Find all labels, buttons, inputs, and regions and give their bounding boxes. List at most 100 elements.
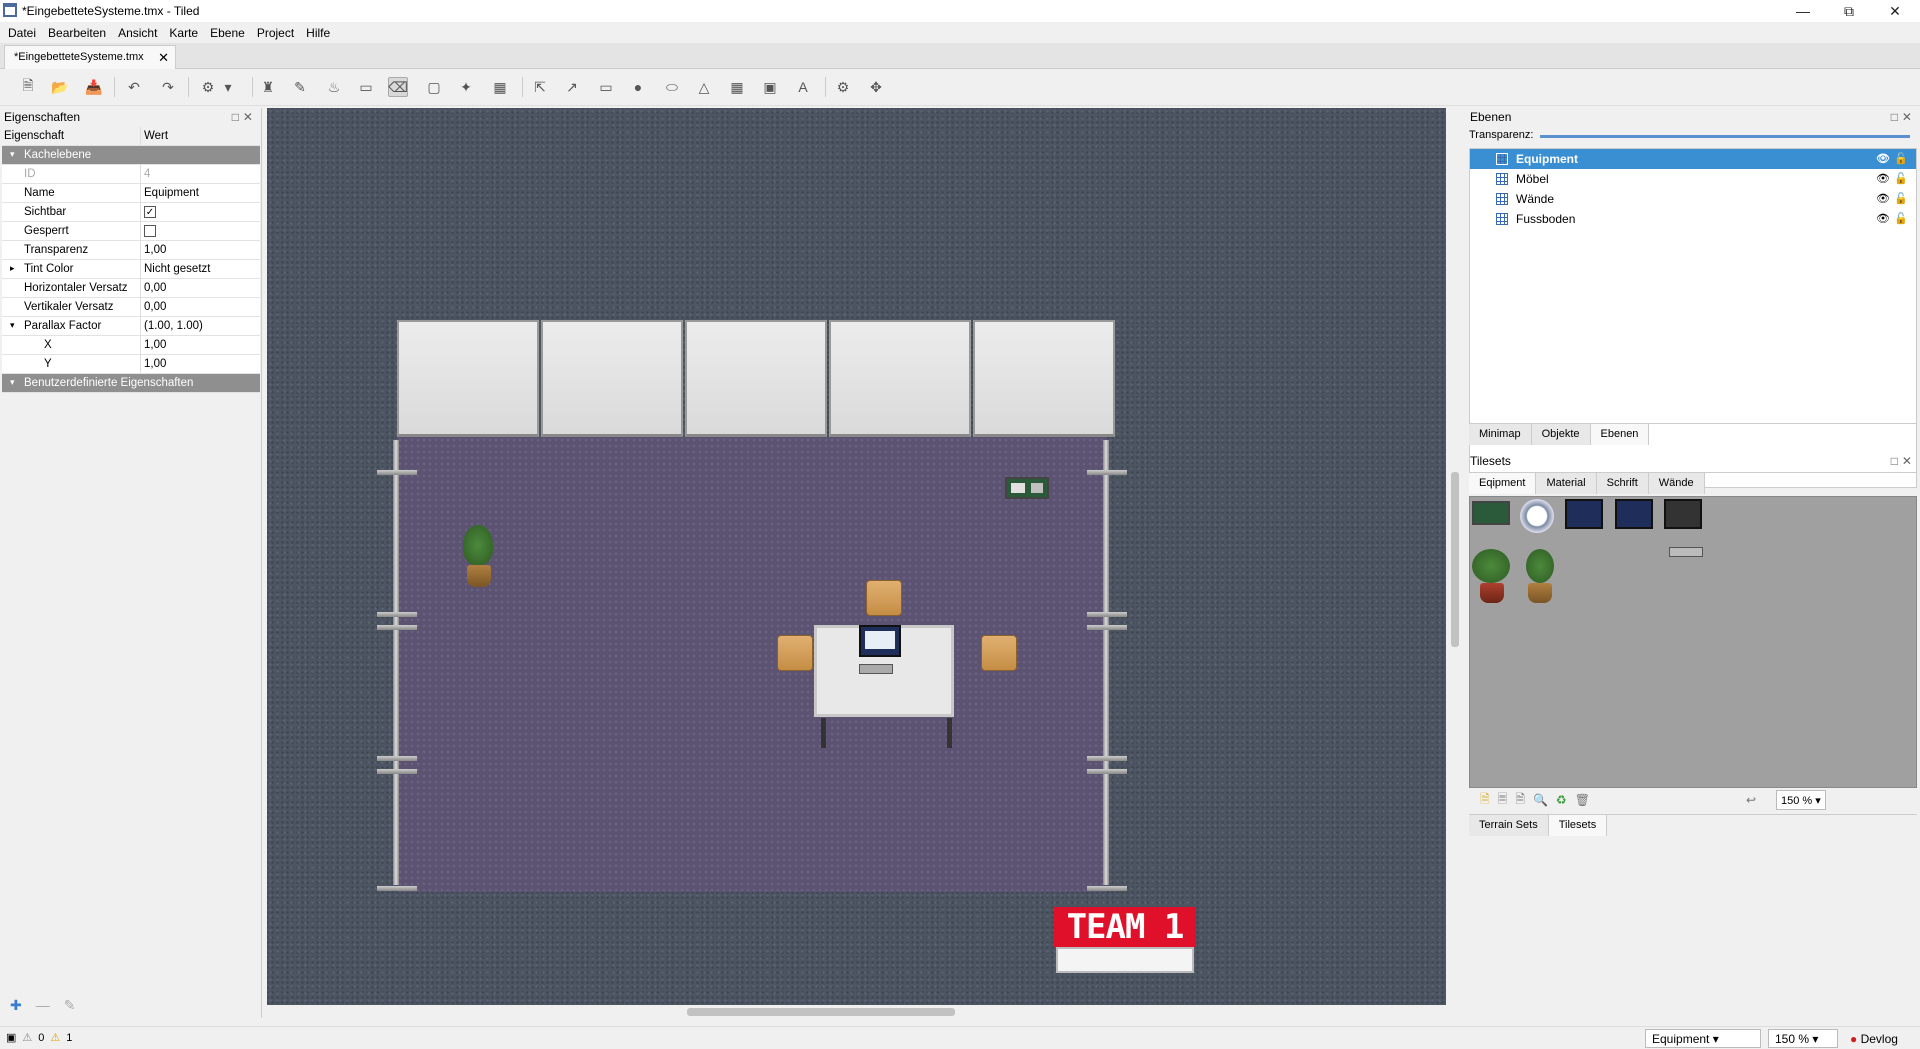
embed-tileset-icon[interactable]: 🗏 [1498,790,1508,811]
tile-monitor-off[interactable] [1664,499,1702,529]
layer-item-moebel[interactable]: Möbel 👁 🔓 [1470,169,1916,189]
terrain-brush-icon[interactable]: ✎ [290,77,310,97]
tab-eqipment[interactable]: Eqipment [1469,473,1537,494]
visibility-eye-icon[interactable]: 👁 [1876,152,1890,165]
tile-monitor-image[interactable] [1615,499,1653,529]
edit-polygons-icon[interactable]: ↗ [562,77,582,97]
tile-picture[interactable] [1472,501,1510,525]
bucket-fill-icon[interactable]: ♨ [324,77,344,97]
property-value[interactable]: 1,00 [141,355,260,373]
tile-clock[interactable] [1520,499,1554,533]
locked-checkbox[interactable] [144,225,156,237]
lock-icon[interactable]: 🔓 [1894,172,1908,185]
menu-project[interactable]: Project [253,26,298,40]
tile-pot-brown[interactable] [1528,583,1552,603]
menu-hilfe[interactable]: Hilfe [302,26,334,40]
scroll-thumb[interactable] [687,1008,955,1016]
select-same-tile-icon[interactable]: ▦ [490,77,510,97]
table-row[interactable]: Y 1,00 [2,355,260,374]
collapse-icon[interactable]: ▾ [10,320,15,331]
menu-bearbeiten[interactable]: Bearbeiten [44,26,110,40]
tab-terrain-sets[interactable]: Terrain Sets [1469,815,1549,836]
console-icon[interactable]: ▣ [6,1031,16,1044]
wrap-icon[interactable]: ↩ [1746,793,1756,807]
tileset-view[interactable] [1469,496,1917,788]
world-tool-icon[interactable]: ⚙ [833,77,853,97]
move-icon[interactable]: ✥ [866,77,886,97]
table-row[interactable]: ID 4 [2,165,260,184]
property-value[interactable]: 0,00 [141,298,260,316]
tab-objekte[interactable]: Objekte [1531,424,1591,445]
tab-material[interactable]: Material [1536,473,1597,494]
table-row[interactable]: X 1,00 [2,336,260,355]
property-value[interactable]: 1,00 [141,336,260,354]
scroll-thumb[interactable] [1451,472,1459,647]
tab-schrift[interactable]: Schrift [1596,473,1649,494]
property-value[interactable]: 1,00 [141,241,260,259]
menu-karte[interactable]: Karte [165,26,202,40]
warning-icon[interactable]: ⚠ [50,1031,60,1044]
document-tab[interactable]: *EingebetteteSysteme.tmx ✕ [4,45,176,69]
map-canvas[interactable]: TEAM 1 [267,108,1446,1006]
lock-icon[interactable]: 🔓 [1894,212,1908,225]
insert-tile-icon[interactable]: ▦ [727,77,747,97]
table-row[interactable]: Vertikaler Versatz 0,00 [2,298,260,317]
layer-item-equipment[interactable]: Equipment 👁 🔓 [1470,149,1916,169]
table-row[interactable]: Sichtbar ✓ [2,203,260,222]
lock-icon[interactable]: 🔓 [1894,192,1908,205]
select-objects-icon[interactable]: ⇱ [530,77,550,97]
visibility-eye-icon[interactable]: 👁 [1876,172,1890,185]
rectangle-select-icon[interactable]: ▢ [424,77,444,97]
minimize-icon[interactable]: — [1780,0,1826,22]
panel-float-close-icon[interactable]: □✕ [1891,110,1916,124]
magic-wand-icon[interactable]: ✦ [456,77,476,97]
table-row[interactable]: Name Equipment [2,184,260,203]
visibility-eye-icon[interactable]: 👁 [1876,192,1890,205]
layer-item-fussboden[interactable]: Fussboden 👁 🔓 [1470,209,1916,229]
expand-icon[interactable]: ▸ [10,263,15,274]
new-map-icon[interactable]: 🗎 [18,77,38,97]
property-value[interactable]: Equipment [141,184,260,202]
restore-icon[interactable]: ⧉ [1826,0,1872,22]
new-tileset-icon[interactable]: 🗎 [1480,790,1490,811]
tile-monitor-blue[interactable] [1565,499,1603,529]
tile-plant-small[interactable] [1526,549,1554,583]
tab-minimap[interactable]: Minimap [1469,424,1532,445]
menu-ansicht[interactable]: Ansicht [114,26,161,40]
stamp-brush-icon[interactable]: ♜ [258,77,278,97]
table-row[interactable]: ▾ Parallax Factor (1.00, 1.00) [2,317,260,336]
horizontal-scrollbar[interactable] [267,1005,1446,1019]
table-row[interactable]: Transparenz 1,00 [2,241,260,260]
menu-datei[interactable]: Datei [4,26,40,40]
visibility-eye-icon[interactable]: 👁 [1876,212,1890,225]
undo-icon[interactable]: ↶ [124,77,144,97]
insert-text-icon[interactable]: A [793,77,813,97]
commands-icon[interactable]: ⚙ [198,77,218,97]
redo-icon[interactable]: ↷ [158,77,178,97]
tab-waende[interactable]: Wände [1648,473,1705,494]
transparency-slider[interactable] [1540,135,1910,138]
commands-dropdown-icon[interactable]: ▾ [218,77,238,97]
insert-point-icon[interactable]: ● [628,77,648,97]
edit-tileset-icon[interactable]: 🔍 [1533,793,1548,807]
lock-icon[interactable]: 🔓 [1894,152,1908,165]
shape-fill-icon[interactable]: ▭ [356,77,376,97]
layer-item-waende[interactable]: Wände 👁 🔓 [1470,189,1916,209]
property-value[interactable]: Nicht gesetzt [141,260,260,278]
close-tab-icon[interactable]: ✕ [158,50,169,66]
visible-checkbox[interactable]: ✓ [144,206,156,218]
layer-combo[interactable]: Equipment ▾ [1645,1029,1761,1048]
add-property-icon[interactable]: ✚ [10,997,22,1014]
group-kachelebene[interactable]: ▾ Kachelebene [2,146,260,165]
remove-tileset-icon[interactable]: 🗑 [1575,793,1590,807]
table-row[interactable]: Gesperrt [2,222,260,241]
tab-ebenen[interactable]: Ebenen [1590,424,1650,445]
tile-plant-large[interactable] [1472,549,1510,583]
open-icon[interactable]: 📂 [50,77,70,97]
close-icon[interactable]: ✕ [1872,0,1918,22]
save-icon[interactable]: 📥 [84,77,104,97]
insert-template-icon[interactable]: ▣ [760,77,780,97]
error-icon[interactable]: ⚠ [22,1031,32,1044]
dynamic-wrap-icon[interactable]: ♻ [1556,793,1567,807]
export-tileset-icon[interactable]: 🗎 [1515,790,1525,811]
